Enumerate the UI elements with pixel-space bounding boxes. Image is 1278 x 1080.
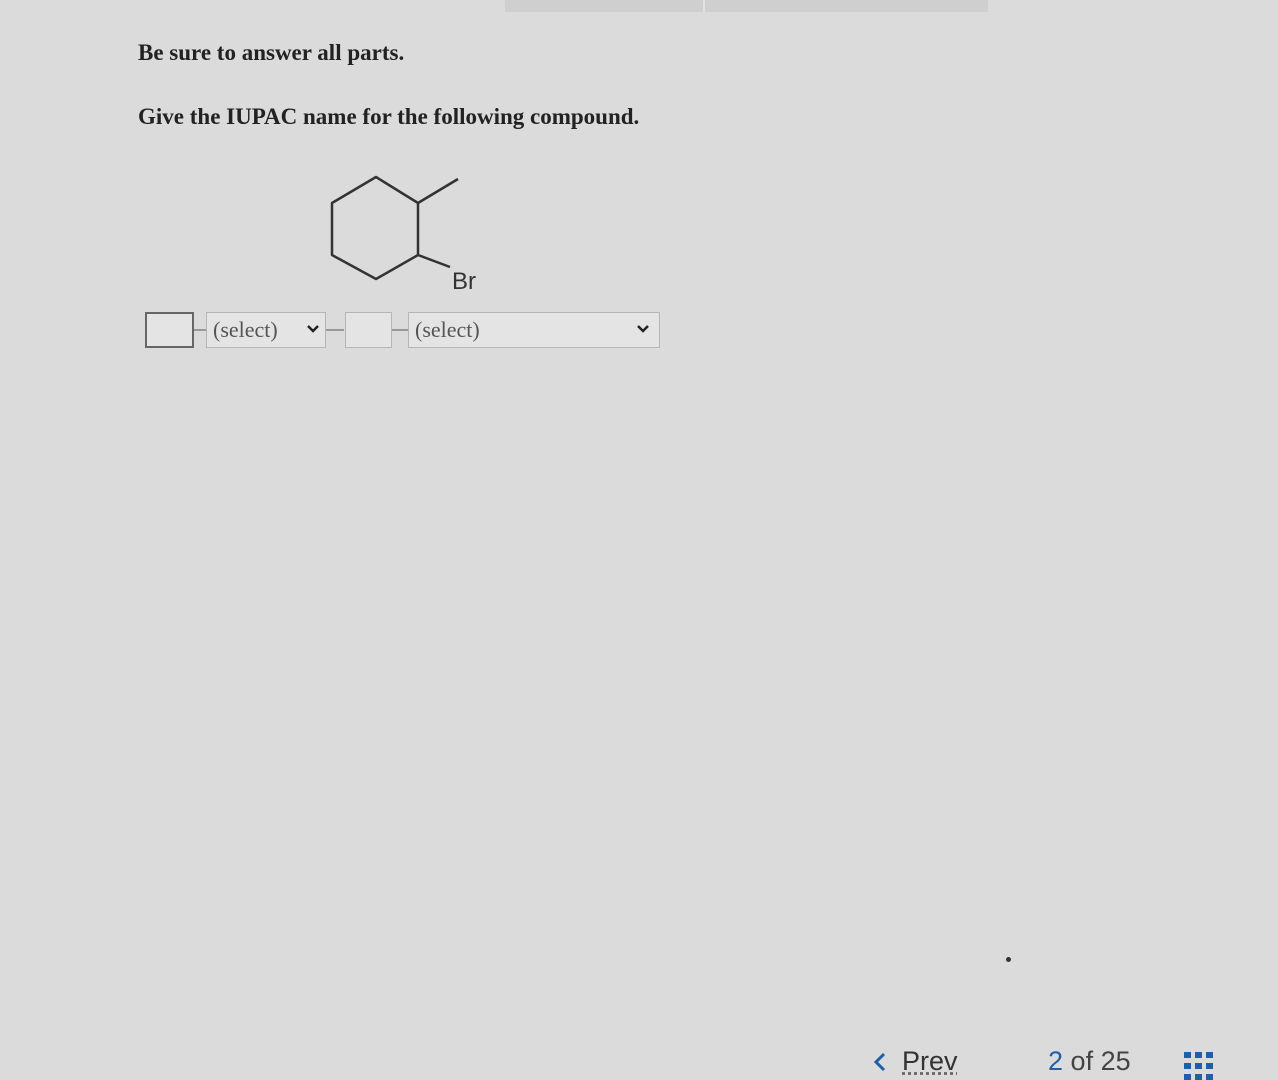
chevron-down-icon	[637, 325, 649, 333]
page-current: 2	[1048, 1046, 1064, 1076]
prefix-select[interactable]: (select)	[206, 312, 326, 348]
screen-speck	[1006, 957, 1011, 962]
tab-divider	[703, 0, 705, 12]
locant-input-2[interactable]	[345, 312, 392, 348]
top-tab-bar	[505, 0, 988, 12]
page-of: of	[1070, 1046, 1094, 1076]
parent-name-select-value: (select)	[415, 317, 480, 342]
instruction-text: Be sure to answer all parts.	[138, 40, 405, 65]
locant-input-1[interactable]	[145, 312, 194, 348]
page-counter: 2 of 25	[1048, 1046, 1131, 1077]
parent-name-select[interactable]: (select)	[408, 312, 660, 348]
bromomethylcyclohexane-drawing: Br	[330, 175, 476, 295]
question-text: Give the IUPAC name for the following co…	[138, 104, 640, 129]
bromine-label: Br	[452, 268, 476, 295]
answer-row: (select) (select)	[145, 311, 665, 351]
question-grid-icon[interactable]	[1184, 1052, 1214, 1080]
molecule-structure: Br	[320, 165, 500, 305]
chevron-down-icon	[307, 325, 319, 333]
prev-label: Prev	[902, 1046, 958, 1076]
hyphen-1	[194, 329, 206, 331]
prev-button[interactable]: Prev	[872, 1046, 958, 1077]
chevron-left-icon	[873, 1052, 886, 1071]
hyphen-3	[392, 329, 408, 331]
prefix-select-value: (select)	[213, 317, 278, 342]
page-total: 25	[1100, 1046, 1131, 1076]
hyphen-2	[326, 329, 344, 331]
question-navigation-footer: Prev 2 of 25	[0, 1040, 1278, 1080]
